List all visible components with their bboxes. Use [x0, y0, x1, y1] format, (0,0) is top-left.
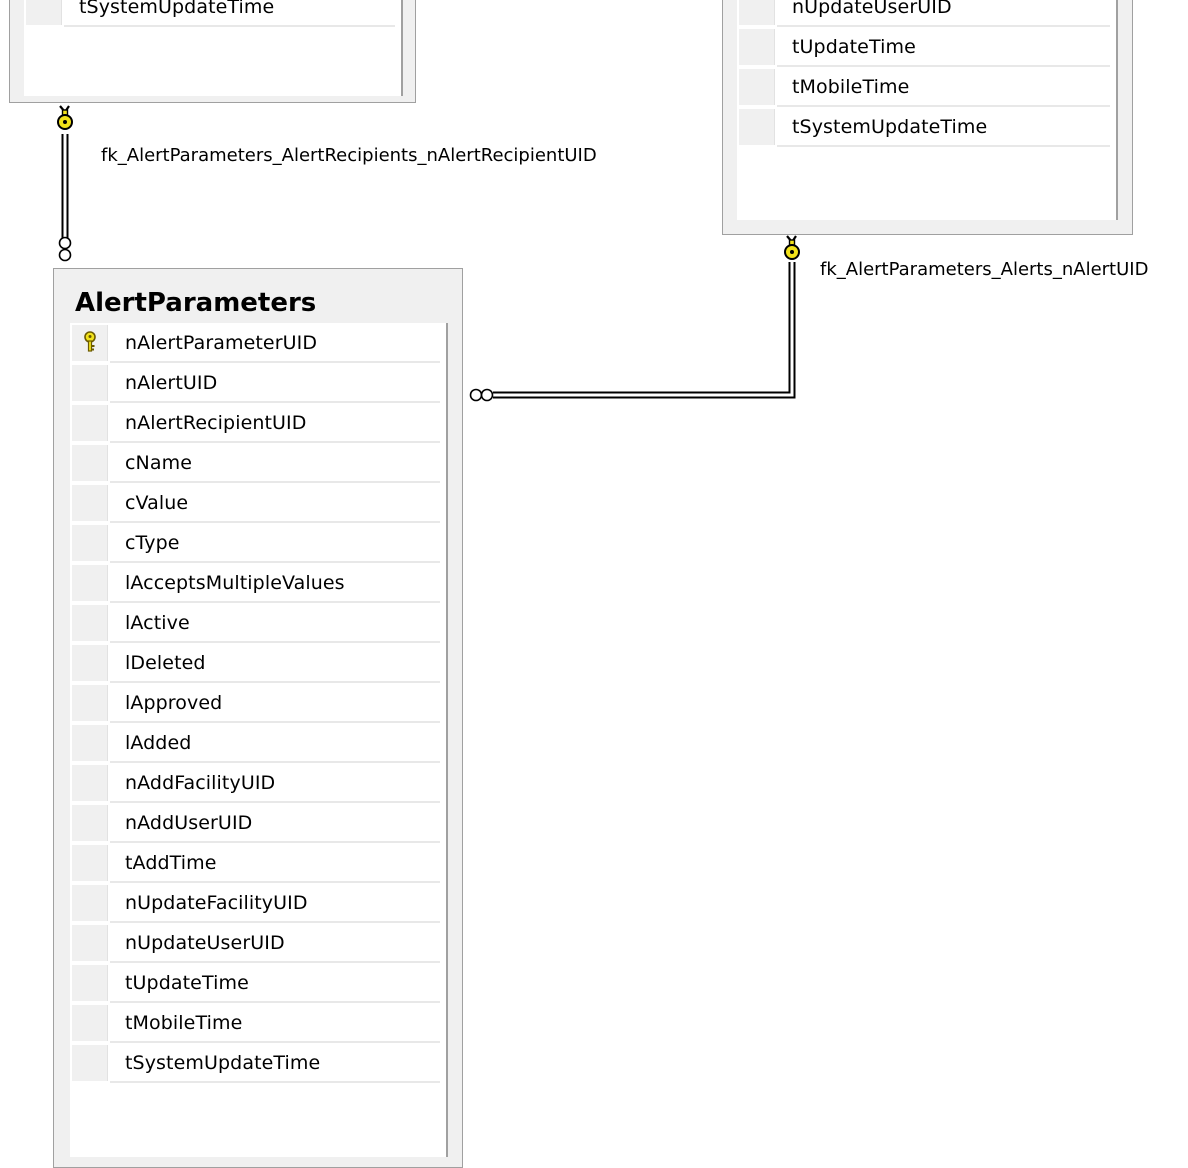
column-name: lActive — [125, 612, 190, 634]
infinity-icon — [58, 236, 72, 262]
column-name: cName — [125, 452, 192, 474]
column-name: nUpdateUserUID — [792, 0, 952, 18]
relationship-line-alerts[interactable] — [493, 262, 796, 399]
row-selector[interactable] — [72, 765, 108, 801]
key-icon — [57, 105, 73, 130]
column-name: tSystemUpdateTime — [125, 1052, 321, 1074]
row-selector[interactable] — [739, 0, 775, 25]
row-selector[interactable] — [72, 645, 108, 681]
row-selector[interactable] — [72, 1045, 108, 1081]
table-title: AlertParameters — [75, 288, 317, 318]
row-selector[interactable] — [72, 605, 108, 641]
table-alertrecipients[interactable]: tSystemUpdateTime — [9, 0, 416, 103]
table-alertparameters-grid: nAlertParameterUID nAlertUID nAlertRecipie… — [70, 323, 448, 1157]
row-selector[interactable] — [72, 805, 108, 841]
row-selector[interactable] — [72, 925, 108, 961]
table-row[interactable]: lAdded — [70, 723, 446, 763]
table-row[interactable]: nUpdateUserUID — [737, 0, 1116, 27]
table-alertrecipients-grid: tSystemUpdateTime — [24, 0, 403, 96]
row-selector[interactable] — [72, 365, 108, 401]
table-row[interactable]: lActive — [70, 603, 446, 643]
table-row[interactable]: tAddTime — [70, 843, 446, 883]
table-row[interactable]: tMobileTime — [70, 1003, 446, 1043]
table-row[interactable]: cName — [70, 443, 446, 483]
row-selector[interactable] — [72, 1005, 108, 1041]
column-name: lAcceptsMultipleValues — [125, 572, 345, 594]
column-list: nAlertParameterUID nAlertUID nAlertRecipie… — [70, 323, 446, 1083]
column-name: lDeleted — [125, 652, 206, 674]
row-selector[interactable] — [72, 845, 108, 881]
table-row[interactable]: tSystemUpdateTime — [70, 1043, 446, 1083]
table-alerts[interactable]: nUpdateUserUID tUpdateTime tMobileTime t… — [722, 0, 1133, 235]
table-row[interactable]: tMobileTime — [737, 67, 1116, 107]
relationship-line-inner — [493, 262, 794, 397]
column-name: lAdded — [125, 732, 192, 754]
infinity-icon — [469, 388, 494, 402]
column-name: nAlertRecipientUID — [125, 412, 307, 434]
column-name: nAlertParameterUID — [125, 332, 318, 354]
row-selector[interactable] — [72, 565, 108, 601]
row-selector[interactable] — [72, 445, 108, 481]
table-alerts-grid: nUpdateUserUID tUpdateTime tMobileTime t… — [737, 0, 1118, 220]
table-row[interactable]: cValue — [70, 483, 446, 523]
table-row[interactable]: nAlertParameterUID — [70, 323, 446, 363]
table-row[interactable]: nAddUserUID — [70, 803, 446, 843]
column-name: nAlertUID — [125, 372, 218, 394]
table-row[interactable]: nAlertUID — [70, 363, 446, 403]
column-name: nUpdateUserUID — [125, 932, 285, 954]
primary-key-icon — [84, 331, 96, 352]
table-row[interactable]: nAddFacilityUID — [70, 763, 446, 803]
table-row[interactable]: cType — [70, 523, 446, 563]
relationship-line-outer — [493, 262, 796, 399]
column-name: lApproved — [125, 692, 223, 714]
row-selector[interactable] — [72, 405, 108, 441]
relationship-label[interactable]: fk_AlertParameters_Alerts_nAlertUID — [820, 259, 1148, 281]
table-row[interactable]: lApproved — [70, 683, 446, 723]
row-selector[interactable] — [739, 69, 775, 105]
row-selector[interactable] — [72, 725, 108, 761]
table-row[interactable]: tSystemUpdateTime — [24, 0, 401, 27]
column-name: cType — [125, 532, 180, 554]
table-alertparameters[interactable]: AlertParameters nAlertParameterUID nAlert… — [53, 268, 463, 1168]
row-selector[interactable] — [72, 885, 108, 921]
column-name: cValue — [125, 492, 189, 514]
row-selector[interactable] — [72, 685, 108, 721]
row-selector[interactable] — [739, 109, 775, 145]
table-row[interactable]: nAlertRecipientUID — [70, 403, 446, 443]
column-name: nUpdateFacilityUID — [125, 892, 308, 914]
table-row[interactable]: nUpdateUserUID — [70, 923, 446, 963]
row-selector[interactable] — [72, 485, 108, 521]
row-selector[interactable] — [26, 0, 62, 25]
column-name: tAddTime — [125, 852, 217, 874]
column-name: tUpdateTime — [125, 972, 249, 994]
column-name: tUpdateTime — [792, 36, 916, 58]
column-name: nAddUserUID — [125, 812, 253, 834]
column-name: tMobileTime — [792, 76, 910, 98]
column-name: tSystemUpdateTime — [792, 116, 988, 138]
column-name: tSystemUpdateTime — [79, 0, 275, 18]
table-row[interactable]: tUpdateTime — [70, 963, 446, 1003]
table-row[interactable]: tSystemUpdateTime — [737, 107, 1116, 147]
table-row[interactable]: lDeleted — [70, 643, 446, 683]
column-name: tMobileTime — [125, 1012, 243, 1034]
table-row[interactable]: tUpdateTime — [737, 27, 1116, 67]
row-selector[interactable] — [739, 29, 775, 65]
table-row[interactable]: lAcceptsMultipleValues — [70, 563, 446, 603]
key-icon — [784, 235, 800, 260]
column-name: nAddFacilityUID — [125, 772, 276, 794]
relationship-label[interactable]: fk_AlertParameters_AlertRecipients_nAler… — [101, 145, 597, 167]
row-selector[interactable] — [72, 525, 108, 561]
table-row[interactable]: nUpdateFacilityUID — [70, 883, 446, 923]
row-selector[interactable] — [72, 965, 108, 1001]
